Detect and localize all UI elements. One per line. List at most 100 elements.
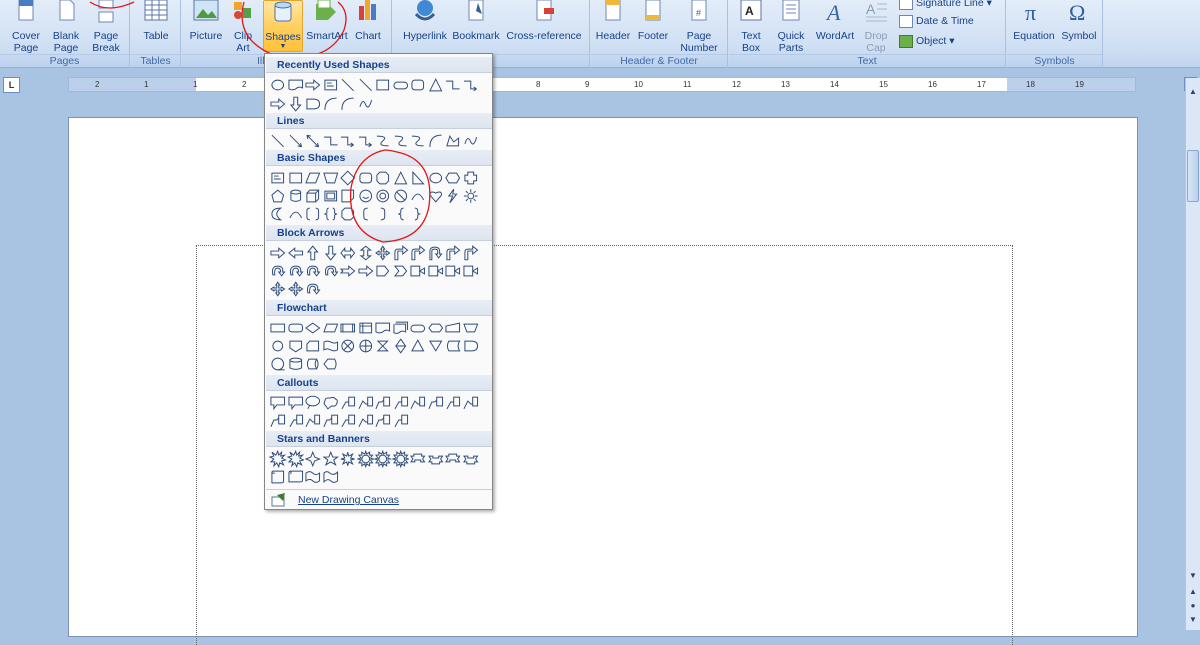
- shape-star5-icon[interactable]: [321, 450, 340, 468]
- shape-cl6-icon[interactable]: [409, 394, 427, 412]
- shape-fdoc-icon[interactable]: [287, 76, 305, 94]
- shape-row[interactable]: [269, 450, 479, 468]
- shape-for-icon[interactable]: [357, 337, 375, 355]
- shape-fconn-icon[interactable]: [269, 337, 287, 355]
- shape-lrarrow-icon[interactable]: [339, 244, 357, 262]
- shape-fdoc-icon[interactable]: [374, 319, 392, 337]
- scroll-up-icon[interactable]: ▲: [1187, 86, 1199, 98]
- shape-para-icon[interactable]: [304, 169, 322, 187]
- shape-uturn-icon[interactable]: [427, 244, 445, 262]
- shape-scrollh-icon[interactable]: [287, 468, 305, 486]
- shape-fdelay-icon[interactable]: [462, 337, 480, 355]
- shape-row[interactable]: [269, 244, 479, 262]
- shape-elbowa-icon[interactable]: [462, 76, 480, 94]
- shape-fdata-icon[interactable]: [322, 319, 340, 337]
- shape-cl5-icon[interactable]: [392, 412, 410, 430]
- scroll-down-icon[interactable]: ▼: [1187, 570, 1199, 582]
- shape-bent-icon[interactable]: [409, 244, 427, 262]
- shape-scribble-icon[interactable]: [462, 132, 480, 150]
- shape-row[interactable]: [269, 95, 374, 113]
- shape-row[interactable]: [269, 262, 479, 280]
- shape-can-icon[interactable]: [287, 187, 305, 205]
- header-button[interactable]: Header: [593, 0, 633, 42]
- shape-circarr-icon[interactable]: [322, 262, 340, 280]
- shape-cl6-icon[interactable]: [357, 412, 375, 430]
- shape-bolt-icon[interactable]: [444, 187, 462, 205]
- cross-reference-button[interactable]: Cross-reference: [503, 0, 585, 42]
- shape-quad-icon[interactable]: [269, 280, 287, 298]
- shape-elbow-icon[interactable]: [322, 132, 340, 150]
- shape-callr-icon[interactable]: [409, 262, 427, 280]
- shape-curve-icon[interactable]: [322, 95, 340, 113]
- shape-fterm-icon[interactable]: [392, 76, 410, 94]
- shape-cl7-icon[interactable]: [269, 412, 287, 430]
- shape-fdirect-icon[interactable]: [304, 355, 322, 373]
- symbol-button[interactable]: Ω Symbol: [1059, 0, 1099, 42]
- shape-uarrow-icon[interactable]: [304, 244, 322, 262]
- shape-fdisp-icon[interactable]: [322, 355, 340, 373]
- shape-seal-icon[interactable]: [356, 450, 375, 468]
- shape-fcard-icon[interactable]: [304, 337, 322, 355]
- shape-cl7-icon[interactable]: [322, 412, 340, 430]
- shape-darr-icon[interactable]: [304, 132, 322, 150]
- shape-cl5-icon[interactable]: [339, 394, 357, 412]
- shape-cl6-icon[interactable]: [304, 412, 322, 430]
- shape-larrow-icon[interactable]: [287, 244, 305, 262]
- shape-cl5-icon[interactable]: [287, 412, 305, 430]
- shape-burst-icon[interactable]: [286, 450, 305, 468]
- shape-cl1-icon[interactable]: [269, 394, 287, 412]
- next-page-icon[interactable]: ▼: [1187, 614, 1199, 626]
- shape-cl7-icon[interactable]: [374, 394, 392, 412]
- shape-cl4-icon[interactable]: [322, 394, 340, 412]
- shape-fmag-icon[interactable]: [287, 355, 305, 373]
- wordart-button[interactable]: A WordArt: [813, 0, 857, 42]
- shape-ftape-icon[interactable]: [322, 337, 340, 355]
- tab-selector-button[interactable]: L: [3, 77, 20, 93]
- object-button[interactable]: Object ▾: [899, 32, 955, 50]
- quick-parts-button[interactable]: Quick Parts: [771, 0, 811, 54]
- shape-fext-icon[interactable]: [409, 337, 427, 355]
- shape-quad-icon[interactable]: [287, 280, 305, 298]
- shape-star4-icon[interactable]: [304, 450, 322, 468]
- shape-fseq-icon[interactable]: [269, 355, 287, 373]
- shape-row[interactable]: [269, 76, 479, 94]
- shape-rarrow-icon[interactable]: [357, 262, 375, 280]
- shape-callr-icon[interactable]: [444, 262, 462, 280]
- shape-fcoll-icon[interactable]: [374, 337, 392, 355]
- vertical-scrollbar[interactable]: ▲ ▼ ▲ ● ▼: [1185, 78, 1200, 630]
- shape-rrect-icon[interactable]: [409, 76, 427, 94]
- document-page[interactable]: [68, 117, 1138, 645]
- date-time-button[interactable]: Date & Time: [899, 12, 974, 30]
- shape-fdec-icon[interactable]: [304, 319, 322, 337]
- shape-fsort-icon[interactable]: [392, 337, 410, 355]
- shape-fstored-icon[interactable]: [444, 337, 462, 355]
- shape-row[interactable]: [269, 412, 409, 430]
- shape-darrow-icon[interactable]: [287, 95, 305, 113]
- shape-ribbonu-icon[interactable]: [427, 450, 445, 468]
- shape-bent-icon[interactable]: [462, 244, 480, 262]
- shape-fdelay-icon[interactable]: [304, 95, 322, 113]
- shape-cl5-icon[interactable]: [392, 394, 410, 412]
- shape-foff-icon[interactable]: [287, 337, 305, 355]
- shape-fmulti-icon[interactable]: [392, 319, 410, 337]
- shape-ribbon-icon[interactable]: [409, 450, 427, 468]
- shape-circarr-icon[interactable]: [304, 262, 322, 280]
- drop-cap-button[interactable]: A Drop Cap: [857, 0, 895, 54]
- previous-page-icon[interactable]: ▲: [1187, 586, 1199, 598]
- shape-seal-icon[interactable]: [374, 450, 392, 468]
- shape-line-icon[interactable]: [357, 76, 375, 94]
- shape-curve-icon[interactable]: [339, 95, 357, 113]
- signature-line-button[interactable]: Signature Line ▾: [899, 0, 992, 12]
- shape-cl5-icon[interactable]: [339, 412, 357, 430]
- shape-row[interactable]: [269, 394, 479, 412]
- shape-brk-icon[interactable]: [304, 205, 322, 223]
- shape-row[interactable]: [269, 319, 479, 337]
- shape-cl6-icon[interactable]: [462, 394, 480, 412]
- shape-cross-icon[interactable]: [462, 169, 480, 187]
- table-button[interactable]: Table: [137, 0, 175, 42]
- shape-pent-icon[interactable]: [269, 187, 287, 205]
- shape-ribbonu-icon[interactable]: [462, 450, 480, 468]
- blank-page-button[interactable]: Blank Page: [48, 0, 84, 54]
- shape-tri-icon[interactable]: [427, 76, 445, 94]
- shape-textbox-icon[interactable]: [269, 169, 287, 187]
